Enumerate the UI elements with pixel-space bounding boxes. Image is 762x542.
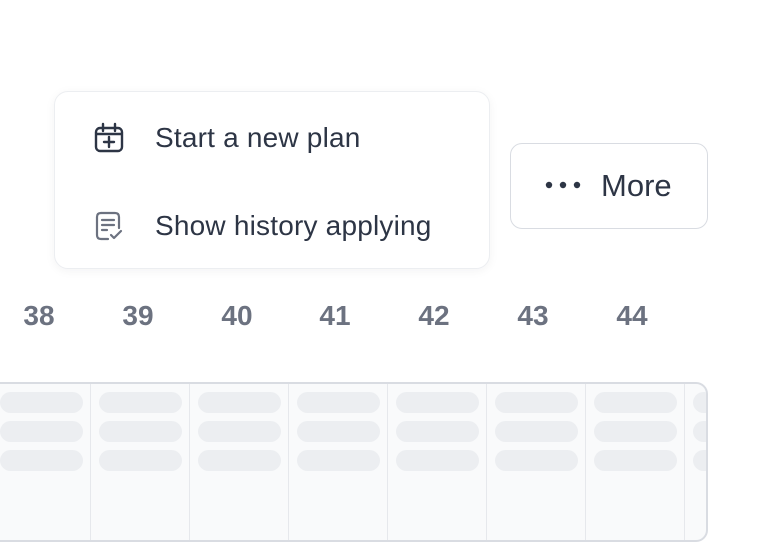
skeleton-bar [693,450,706,471]
skeleton-bar [0,392,83,413]
skeleton-bar [693,392,706,413]
calendar-plus-icon [93,122,125,154]
skeleton-bar [594,392,677,413]
grid-column [190,384,289,540]
plan-actions-menu: Start a new plan Show history applying [54,91,490,269]
document-check-icon [93,210,125,242]
skeleton-bar [297,450,380,471]
skeleton-bar [198,392,281,413]
week-number: 40 [221,300,253,331]
skeleton-bar [594,421,677,442]
skeleton-bar [594,450,677,471]
skeleton-bar [693,421,706,442]
skeleton-bar [297,421,380,442]
grid-column [487,384,586,540]
more-button-label: More [601,168,672,203]
more-button[interactable]: More [510,143,708,229]
skeleton-bar [495,450,578,471]
week-number: 39 [122,300,154,331]
skeleton-bar [99,421,182,442]
grid-column [289,384,388,540]
week-number: 38 [23,300,55,331]
grid-column [0,384,91,540]
menu-item-label: Start a new plan [155,122,361,153]
skeleton-bar [396,421,479,442]
skeleton-bar [495,421,578,442]
grid-column [388,384,487,540]
skeleton-bar [396,450,479,471]
week-number: 44 [616,300,648,331]
skeleton-bar [0,450,83,471]
week-number: 42 [418,300,450,331]
menu-item-start-new-plan[interactable]: Start a new plan [55,106,489,170]
skeleton-bar [0,421,83,442]
menu-item-label: Show history applying [155,210,432,241]
skeleton-bar [99,392,182,413]
grid-column [685,384,706,540]
more-dots-icon [545,178,581,197]
grid-column [586,384,685,540]
week-number: 43 [517,300,549,331]
skeleton-bar [198,450,281,471]
week-number-row: 38 39 40 41 42 43 44 [0,300,762,340]
skeleton-bar [297,392,380,413]
plan-grid-loading [0,382,708,542]
skeleton-bar [198,421,281,442]
week-number: 41 [319,300,351,331]
skeleton-bar [495,392,578,413]
menu-item-show-history[interactable]: Show history applying [55,194,489,258]
skeleton-bar [99,450,182,471]
skeleton-bar [396,392,479,413]
grid-column [91,384,190,540]
